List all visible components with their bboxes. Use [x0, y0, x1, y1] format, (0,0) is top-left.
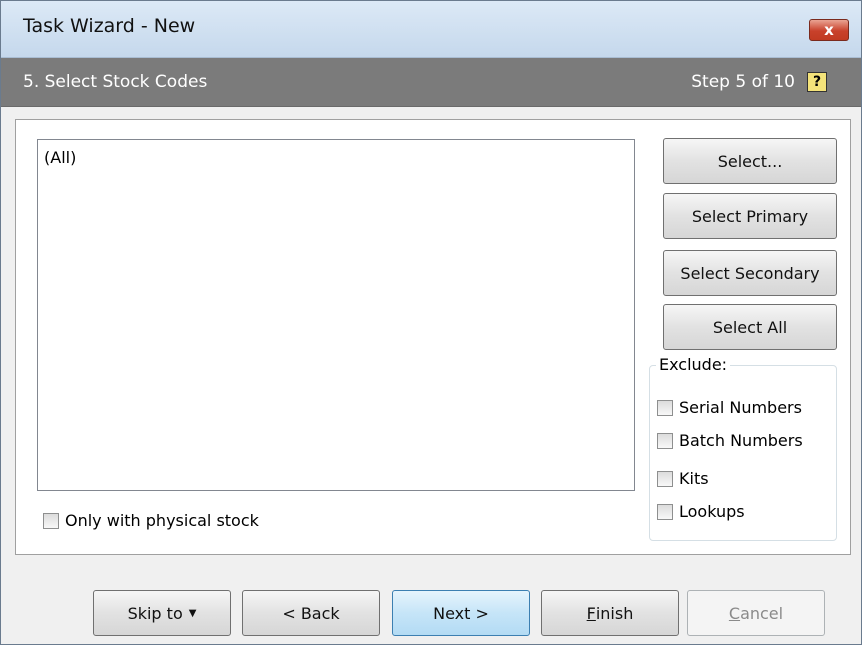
batch-numbers-checkbox[interactable]: [657, 432, 673, 449]
physical-stock-checkbox[interactable]: [43, 512, 59, 529]
lookups-label: Lookups: [679, 502, 745, 521]
window-title: Task Wizard - New: [23, 15, 196, 37]
list-item[interactable]: (All): [44, 148, 76, 167]
exclude-serial-numbers[interactable]: Serial Numbers: [657, 398, 802, 417]
kits-checkbox[interactable]: [657, 470, 673, 487]
step-title: 5. Select Stock Codes: [23, 72, 208, 92]
close-icon: x: [824, 21, 834, 39]
finish-button[interactable]: Finish: [541, 590, 679, 636]
batch-numbers-label: Batch Numbers: [679, 431, 803, 450]
step-header: 5. Select Stock Codes Step 5 of 10 ?: [1, 58, 861, 107]
finish-accelerator: F: [586, 603, 596, 623]
close-button[interactable]: x: [809, 19, 849, 41]
title-bar[interactable]: Task Wizard - New x: [1, 1, 861, 58]
serial-numbers-checkbox[interactable]: [657, 399, 673, 416]
select-button[interactable]: Select...: [663, 138, 837, 184]
skip-to-button[interactable]: Skip to ▼: [93, 590, 231, 636]
serial-numbers-label: Serial Numbers: [679, 398, 802, 417]
back-button[interactable]: < Back: [242, 590, 380, 636]
skip-to-label: Skip to: [127, 603, 183, 623]
kits-label: Kits: [679, 469, 709, 488]
stock-code-list[interactable]: (All): [37, 139, 635, 491]
select-primary-button[interactable]: Select Primary: [663, 193, 837, 239]
lookups-checkbox[interactable]: [657, 503, 673, 520]
task-wizard-window: Task Wizard - New x 5. Select Stock Code…: [0, 0, 862, 645]
help-icon[interactable]: ?: [807, 72, 827, 92]
physical-stock-option[interactable]: Only with physical stock: [43, 511, 259, 530]
physical-stock-label: Only with physical stock: [65, 511, 259, 530]
next-button[interactable]: Next >: [392, 590, 530, 636]
exclude-legend: Exclude:: [656, 355, 731, 374]
finish-label: inish: [595, 603, 634, 623]
chevron-down-icon: ▼: [188, 607, 197, 619]
exclude-lookups[interactable]: Lookups: [657, 502, 745, 521]
cancel-accelerator: C: [728, 603, 741, 623]
select-all-button[interactable]: Select All: [663, 304, 837, 350]
select-secondary-button[interactable]: Select Secondary: [663, 250, 837, 296]
exclude-batch-numbers[interactable]: Batch Numbers: [657, 431, 803, 450]
cancel-button: Cancel: [687, 590, 825, 636]
step-counter: Step 5 of 10: [691, 72, 795, 92]
cancel-label: ancel: [740, 603, 784, 623]
exclude-kits[interactable]: Kits: [657, 469, 709, 488]
